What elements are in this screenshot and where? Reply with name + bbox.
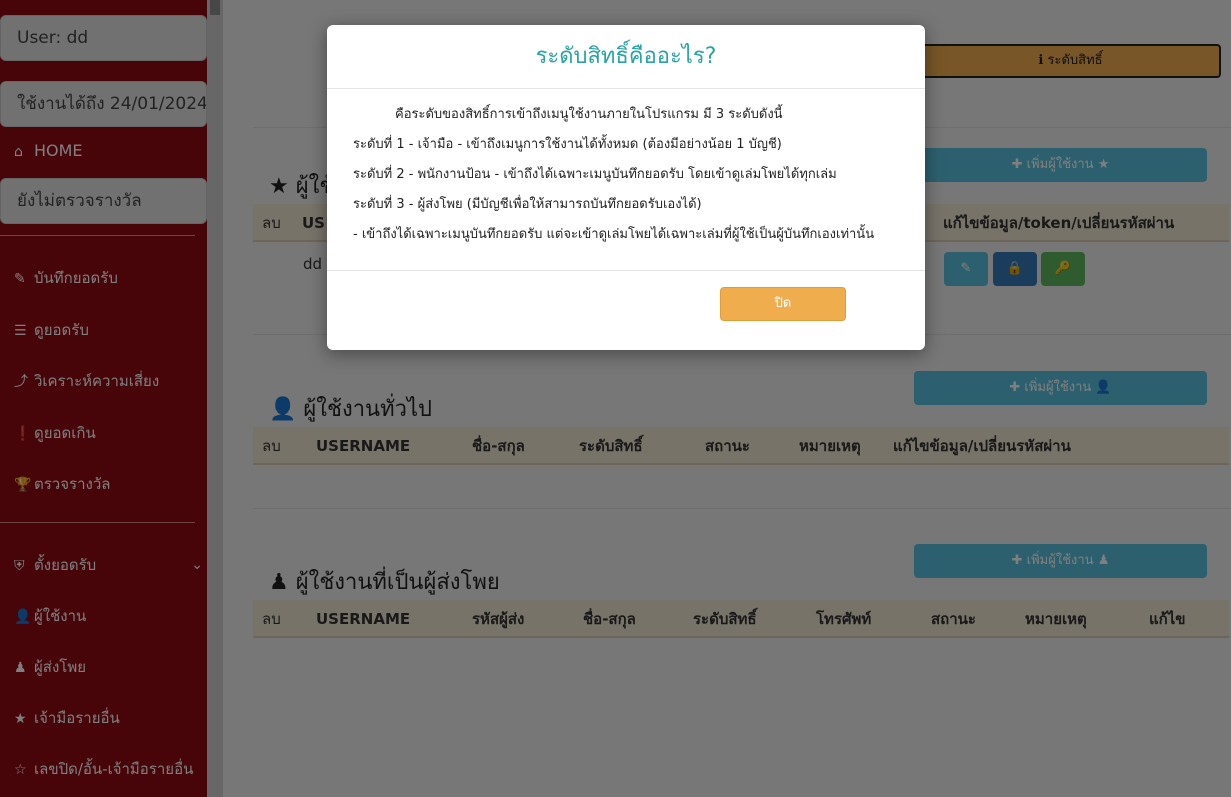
modal-line: ระดับที่ 3 - ผู้ส่งโพย (มีบัญชีเพื่อให้ส… <box>353 197 702 212</box>
modal-body: คือระดับของสิทธิ์การเข้าถึงเมนูใช้งานภาย… <box>327 90 925 270</box>
modal-line: ระดับที่ 1 - เจ้ามือ - เข้าถึงเมนูการใช้… <box>353 137 782 152</box>
close-button[interactable]: ปิด <box>720 287 846 321</box>
modal-line: ระดับที่ 2 - พนักงานป้อน - เข้าถึงได้เฉพ… <box>353 167 837 182</box>
modal-line: - เข้าถึงได้เฉพาะเมนูบันทึกยอดรับ แต่จะเ… <box>353 227 875 242</box>
permission-modal: ระดับสิทธิ์คืออะไร? คือระดับของสิทธิ์การ… <box>327 25 925 350</box>
modal-footer: ปิด <box>327 270 925 350</box>
modal-title: ระดับสิทธิ์คืออะไร? <box>327 25 925 89</box>
modal-line: คือระดับของสิทธิ์การเข้าถึงเมนูใช้งานภาย… <box>395 107 783 122</box>
